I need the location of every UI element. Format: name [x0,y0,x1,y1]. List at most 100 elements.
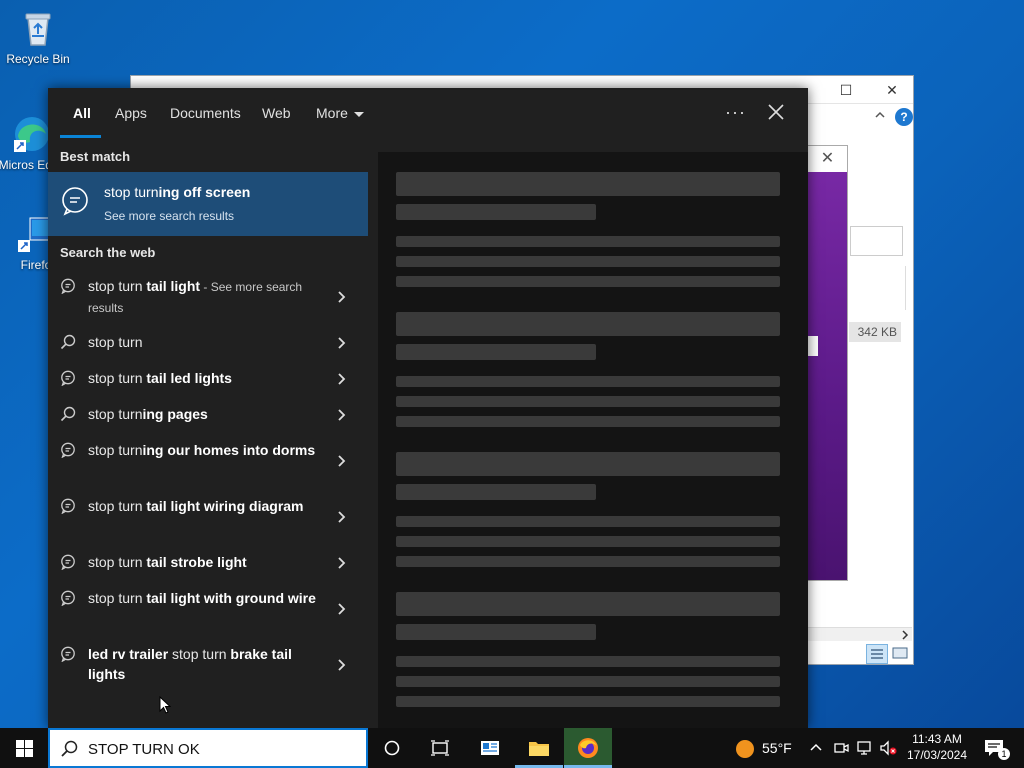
task-view-button[interactable] [416,728,464,768]
show-hidden-icons-button[interactable] [806,728,826,768]
result-plain: stop turn [88,442,143,458]
skeleton-bar [396,556,780,567]
search-tabs: All Apps Documents Web More ··· [48,88,808,138]
file-explorer-button[interactable] [515,728,563,768]
skeleton-bar [396,452,780,476]
tab-documents[interactable]: Documents [170,105,241,121]
best-match-heading: Best match [60,149,131,164]
web-search-icon [60,498,76,515]
search-icon [60,334,76,350]
best-match-title-plain: stop turn [104,184,159,200]
skeleton-bar [396,416,780,427]
search-input[interactable] [88,738,358,760]
tab-all[interactable]: All [73,105,91,121]
skeleton-bar [396,172,780,196]
close-button[interactable]: ✕ [879,80,905,100]
chevron-right-icon [336,602,348,616]
result-plain: stop turn [88,278,147,294]
tab-apps[interactable]: Apps [115,105,147,121]
skeleton-bar [396,624,596,640]
result-bold: tail light [146,278,201,294]
firefox-taskbar-button[interactable] [564,728,612,768]
web-result-item[interactable]: stop turn tail light - See more search r… [48,274,368,322]
web-search-icon [60,442,76,459]
divider [905,266,906,310]
web-result-item[interactable]: stop turning pages [48,404,368,428]
more-options-icon[interactable]: ··· [725,102,746,123]
chat-bubble-icon [60,186,90,216]
best-match-title: stop turning off screen [104,184,250,200]
taskbar: 55°F 11:43 AM 17/03/2024 1 [0,728,1024,768]
start-search-panel: All Apps Documents Web More ··· Best mat… [48,88,808,728]
result-text: stop turn tail led lights [88,368,320,388]
help-icon[interactable]: ? [895,108,913,126]
mouse-cursor-icon [159,695,172,714]
weather-widget[interactable]: 55°F [736,728,792,768]
chevron-right-icon [336,408,348,422]
active-tab-indicator [60,135,101,138]
view-toggle-buttons[interactable] [866,644,912,664]
result-bold: tail strobe light [146,554,247,570]
result-bold: tail light with ground wire [146,590,316,606]
web-result-item[interactable]: led rv trailer stop turn brake tail ligh… [48,644,368,688]
meet-now-icon[interactable] [830,728,852,768]
desktop-icon-label: Recycle Bin [6,52,70,66]
skeleton-bar [396,344,596,360]
skeleton-bar [396,696,780,707]
result-text: stop turning our homes into dorms [88,440,320,460]
taskbar-search-box[interactable] [48,728,368,768]
dialog-field[interactable] [808,336,818,356]
web-result-item[interactable]: stop turn tail strobe light [48,552,368,576]
result-bold: ing our homes into dorms [142,442,316,458]
close-search-icon[interactable] [764,100,788,124]
skeleton-bar [396,656,780,667]
system-clock[interactable]: 11:43 AM 17/03/2024 [904,731,970,763]
dialog-window: ✕ [807,145,848,581]
best-match-subtitle: See more search results [104,209,235,223]
action-center-button[interactable]: 1 [976,728,1024,768]
caret-down-icon [353,111,364,117]
address-field[interactable] [850,226,903,256]
result-text: stop turn tail light - See more search r… [88,276,320,318]
chevron-right-icon [336,454,348,468]
web-result-item[interactable]: stop turn tail light with ground wire [48,588,368,632]
tab-more[interactable]: More [316,105,364,121]
result-plain: stop turn [88,554,147,570]
maximize-button[interactable]: ☐ [833,80,859,100]
tab-web[interactable]: Web [262,105,291,121]
desktop-icon-recycle-bin[interactable]: Recycle Bin [0,8,76,66]
start-button[interactable] [0,728,48,768]
result-plain: stop turn [88,406,143,422]
web-result-item[interactable]: stop turn tail light wiring diagram [48,496,368,540]
web-result-item[interactable]: stop turning our homes into dorms [48,440,368,484]
dialog-close-icon[interactable]: ✕ [808,146,847,172]
result-text: stop turn tail light wiring diagram [88,496,320,516]
news-app-button[interactable] [466,728,514,768]
network-icon[interactable] [854,728,876,768]
thumbnail-view-icon[interactable] [890,644,912,664]
details-view-icon[interactable] [866,644,888,664]
best-match-item[interactable]: stop turning off screen See more search … [48,172,368,236]
chevron-right-icon [336,658,348,672]
skeleton-bar [396,484,596,500]
web-result-item[interactable]: stop turn [48,332,368,356]
volume-muted-icon[interactable] [876,728,898,768]
skeleton-bar [396,516,780,527]
result-bold: ing pages [142,406,208,422]
result-plain: stop turn [88,334,143,350]
chevron-right-icon [336,556,348,570]
web-result-item[interactable]: stop turn tail led lights [48,368,368,392]
chevron-right-icon [336,336,348,350]
skeleton-bar [396,396,780,407]
result-bold-prefix: led rv trailer [88,646,173,662]
result-text: stop turning pages [88,404,320,424]
result-plain: stop turn [88,590,147,606]
skeleton-bar [396,276,780,287]
chevron-up-icon[interactable] [873,108,887,122]
cortana-button[interactable] [368,728,416,768]
chevron-right-icon [336,510,348,524]
horizontal-scrollbar[interactable] [808,627,912,641]
result-bold: tail light wiring diagram [146,498,304,514]
result-plain: stop turn [172,646,231,662]
web-search-icon [60,590,76,607]
